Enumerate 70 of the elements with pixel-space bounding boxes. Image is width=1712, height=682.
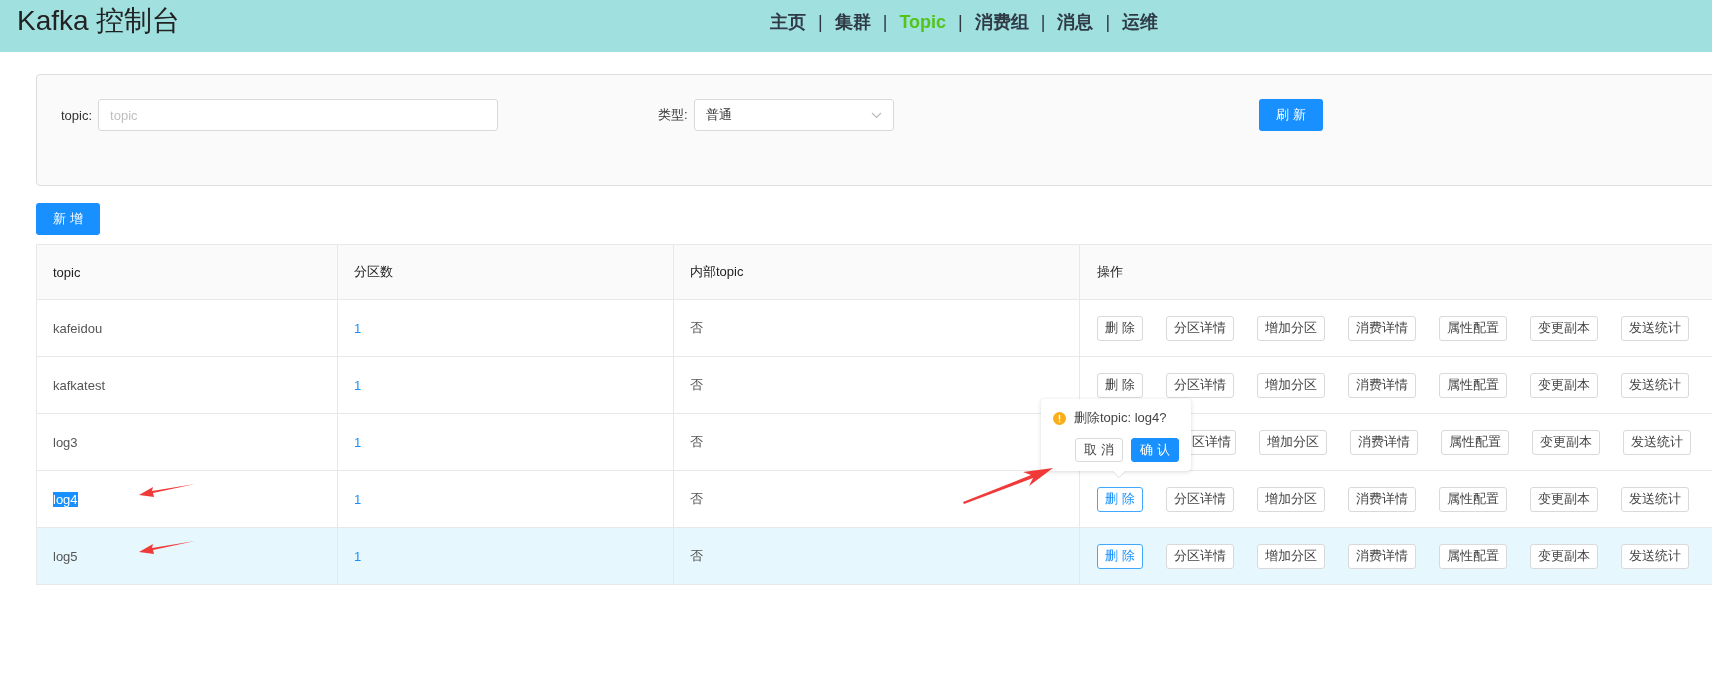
internal-value: 否 [690, 376, 703, 394]
nav-link[interactable]: 主页 [770, 10, 806, 34]
action-button[interactable]: 删 除 [1097, 372, 1143, 398]
action-button[interactable]: 消费详情 [1347, 372, 1416, 398]
nav-link[interactable]: 集群 [834, 10, 871, 34]
type-select[interactable]: 普通 [693, 99, 894, 131]
topic-input[interactable]: topic [98, 99, 499, 131]
partition-count: 1 [354, 548, 362, 564]
action-button[interactable]: 消费详情 [1347, 315, 1416, 341]
column-header: 操作 [1096, 263, 1124, 281]
nav-link[interactable]: 消息 [1057, 10, 1094, 34]
table-row[interactable]: log5 1 否 删 除 分区详情 增加分区 消费详情 属性配置 变更副本 发送统计 [37, 527, 1712, 584]
topic-name: log4 [53, 491, 78, 507]
action-button[interactable]: 消费详情 [1347, 486, 1416, 512]
action-button[interactable]: 变更副本 [1529, 543, 1598, 569]
topic-name: kafkatest [53, 377, 106, 393]
action-button[interactable]: 分区详情 [1165, 315, 1234, 341]
action-button[interactable]: 消费详情 [1347, 543, 1416, 569]
internal-value: 否 [690, 319, 703, 337]
action-button[interactable]: 分区详情 [1165, 543, 1234, 569]
nav-separator: | [818, 11, 823, 33]
action-button[interactable]: 分区详情 [1165, 372, 1234, 398]
action-button[interactable]: 变更副本 [1532, 429, 1600, 455]
partition-count: 1 [354, 434, 362, 450]
action-button[interactable]: 增加分区 [1259, 429, 1327, 455]
action-button[interactable]: 发送统计 [1623, 429, 1691, 455]
action-button[interactable]: 消费详情 [1350, 429, 1418, 455]
column-header: topic [37, 245, 338, 299]
action-button[interactable]: 增加分区 [1256, 486, 1325, 512]
action-button[interactable]: 发送统计 [1620, 486, 1689, 512]
chevron-down-icon [870, 111, 882, 119]
topic-name: log3 [53, 434, 78, 450]
type-label: 类型: [658, 106, 688, 124]
action-button[interactable]: 发送统计 [1620, 543, 1689, 569]
cancel-button[interactable]: 取 消 [1075, 438, 1123, 462]
action-button[interactable]: 属性配置 [1438, 543, 1507, 569]
nav-separator: | [882, 11, 888, 33]
warning-icon [1053, 411, 1066, 425]
topic-name: kafeidou [53, 320, 103, 336]
action-button[interactable]: 变更副本 [1529, 486, 1598, 512]
partition-count: 1 [354, 491, 362, 507]
nav-separator: | [1105, 11, 1111, 33]
action-button[interactable]: 属性配置 [1441, 429, 1509, 455]
action-button[interactable]: 属性配置 [1438, 486, 1507, 512]
app-title: Kafka 控制台 [17, 4, 181, 38]
internal-value: 否 [690, 433, 703, 451]
action-button[interactable]: 变更副本 [1529, 315, 1598, 341]
action-button[interactable]: 分区详情 [1165, 486, 1234, 512]
nav-separator: | [1040, 11, 1046, 33]
topic-label: topic: [61, 107, 93, 123]
nav-link[interactable]: 消费组 [974, 10, 1029, 34]
action-button[interactable]: 属性配置 [1438, 315, 1507, 341]
action-button[interactable]: 变更副本 [1529, 372, 1598, 398]
nav-separator: | [958, 11, 963, 33]
action-button[interactable]: 增加分区 [1256, 372, 1325, 398]
column-header: 内部topic [674, 245, 1080, 299]
action-button[interactable]: 属性配置 [1438, 372, 1507, 398]
topic-name: log5 [53, 548, 78, 564]
nav-link[interactable]: 运维 [1122, 10, 1159, 34]
internal-value: 否 [690, 547, 703, 565]
action-button[interactable]: 删 除 [1097, 315, 1143, 341]
action-button[interactable]: 发送统计 [1620, 372, 1689, 398]
partition-count: 1 [354, 377, 362, 393]
internal-value: 否 [690, 490, 703, 508]
action-button[interactable]: 增加分区 [1256, 315, 1325, 341]
partition-count: 1 [354, 320, 362, 336]
table-row[interactable]: kafeidou 1 否 删 除 分区详情 增加分区 消费详情 属性配置 变更副本 发送统计 [37, 299, 1712, 356]
action-button[interactable]: 增加分区 [1256, 543, 1325, 569]
column-header: 分区数 [338, 245, 674, 299]
action-button[interactable]: 发送统计 [1620, 315, 1689, 341]
